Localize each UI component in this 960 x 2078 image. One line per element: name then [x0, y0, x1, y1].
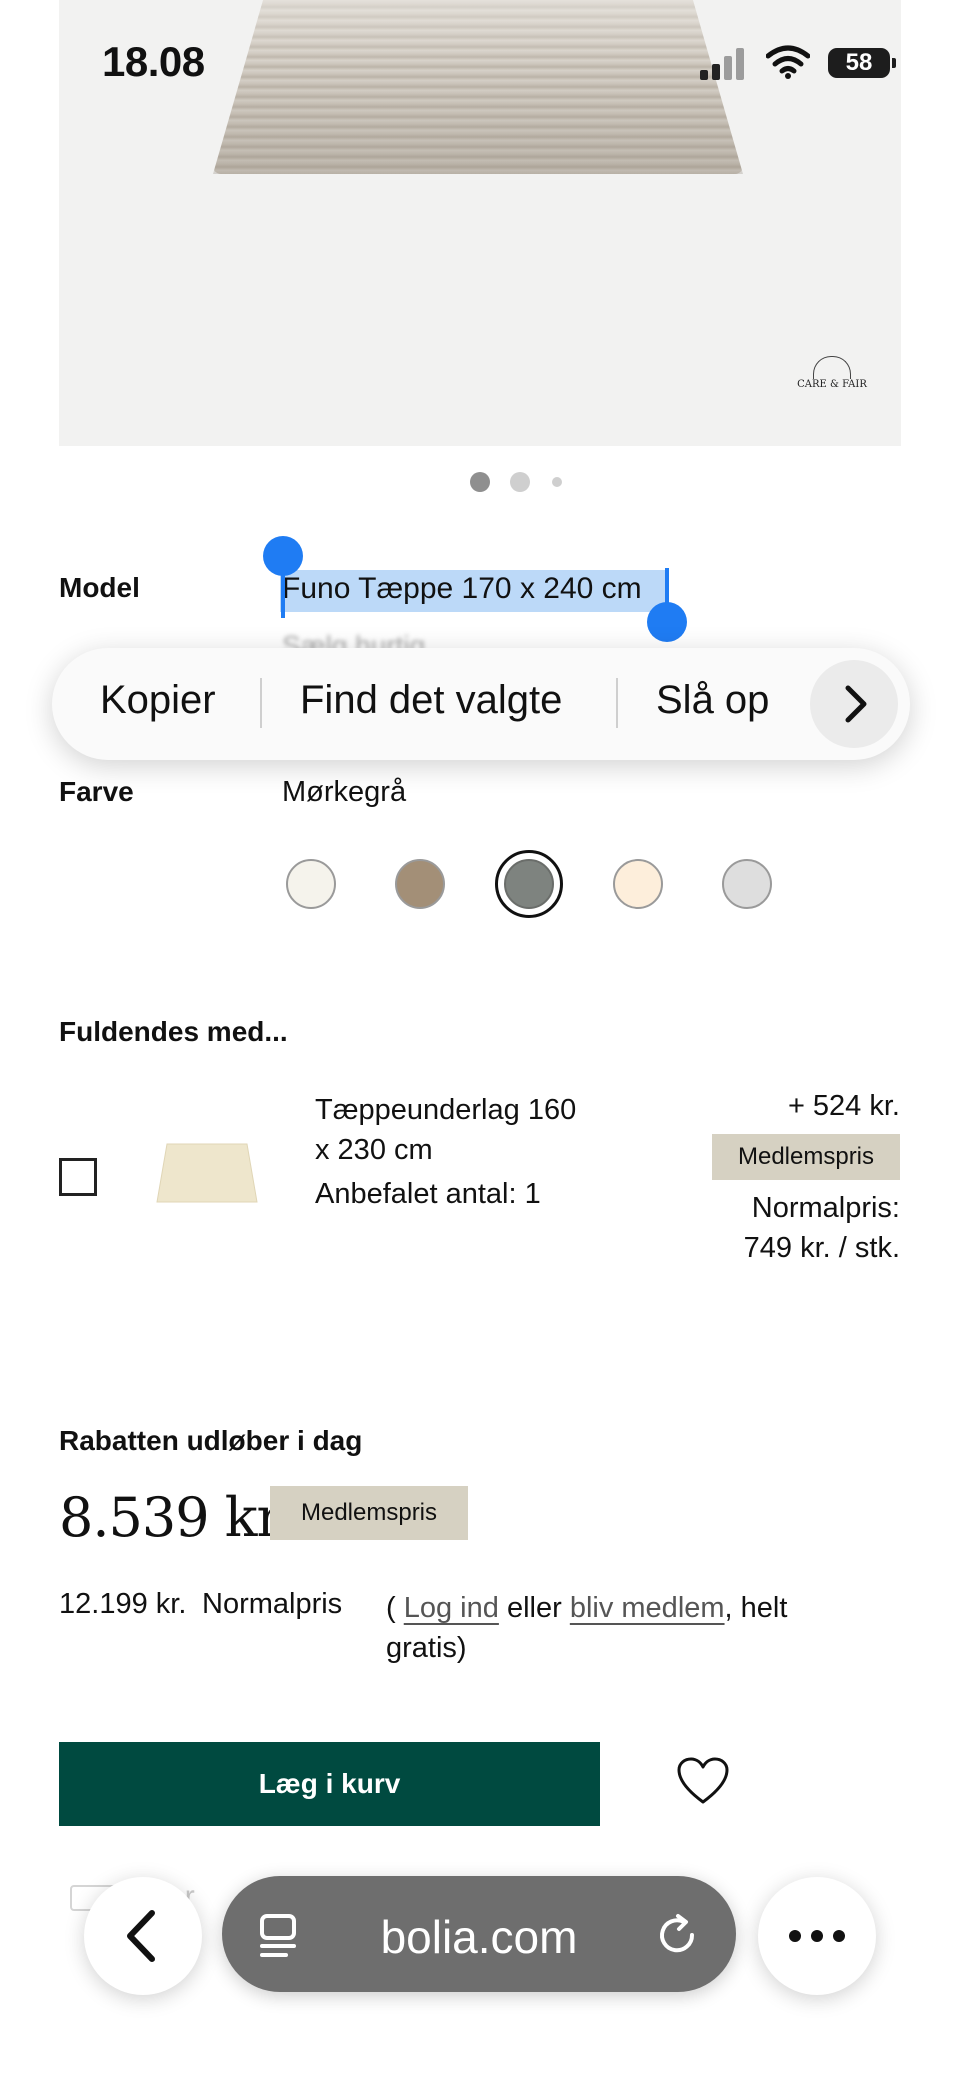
battery-indicator: 58: [828, 48, 890, 78]
battery-cap: [892, 58, 896, 68]
addon-recommended: Anbefalet antal: 1: [315, 1178, 541, 1210]
menu-divider: [260, 678, 262, 728]
wifi-icon: [766, 45, 810, 79]
more-button[interactable]: [758, 1877, 876, 1995]
add-to-cart-button[interactable]: Læg i kurv: [59, 1742, 600, 1826]
gallery-pagination[interactable]: [468, 472, 568, 492]
gallery-dot-2[interactable]: [510, 472, 530, 492]
login-link[interactable]: Log ind: [404, 1592, 499, 1624]
normal-price-label: Normalpris: [202, 1588, 343, 1620]
addon-title[interactable]: Tæppeunderlag 160 x 230 cm: [315, 1090, 576, 1170]
normal-price: 12.199 kr.: [59, 1588, 187, 1620]
addon-normal-label: Normalpris:: [751, 1192, 900, 1224]
selection-end-handle[interactable]: [646, 566, 688, 644]
swatch-list: [280, 846, 780, 922]
paren-open: (: [386, 1592, 396, 1624]
address-bar[interactable]: bolia.com: [222, 1876, 736, 1992]
more-icon: [789, 1930, 845, 1942]
selection-start-handle[interactable]: [262, 534, 304, 620]
menu-next-button[interactable]: [810, 660, 898, 748]
find-selected-menu-item[interactable]: Find det valgte: [300, 678, 562, 723]
brand-logo-text: CARE & FAIR: [797, 379, 867, 390]
text-context-menu: Kopier Find det valgte Slå op: [52, 648, 910, 760]
swatch-light-grey[interactable]: [722, 859, 772, 909]
discount-heading: Rabatten udløber i dag: [59, 1425, 363, 1456]
chevron-right-icon: [845, 685, 867, 723]
addon-checkbox[interactable]: [59, 1158, 97, 1196]
color-value: Mørkegrå: [282, 776, 407, 808]
addon-title-line2: x 230 cm: [315, 1134, 433, 1166]
signal-icon: [700, 46, 750, 80]
member-login-note: ( Log ind eller bliv medlem, helt gratis…: [386, 1588, 906, 1668]
gallery-dot-1[interactable]: [470, 472, 490, 492]
swatch-beige[interactable]: [613, 859, 663, 909]
menu-divider: [616, 678, 618, 728]
heart-icon[interactable]: [676, 1756, 730, 1806]
look-up-menu-item[interactable]: Slå op: [656, 678, 769, 723]
back-button[interactable]: [84, 1877, 202, 1995]
copy-menu-item[interactable]: Kopier: [100, 678, 216, 723]
swatch-brown[interactable]: [395, 859, 445, 909]
addon-normal-price: Normalpris: 749 kr. / stk.: [600, 1188, 900, 1268]
addon-normal-value: 749 kr. / stk.: [743, 1232, 900, 1264]
note-suffix-2: gratis): [386, 1632, 467, 1664]
or-text: eller: [506, 1592, 562, 1624]
swatch-dark-grey[interactable]: [495, 850, 563, 918]
become-member-link[interactable]: bliv medlem: [570, 1592, 725, 1624]
gallery-dot-3[interactable]: [552, 477, 562, 487]
brand-logo: CARE & FAIR: [797, 356, 867, 406]
reload-icon[interactable]: [654, 1912, 700, 1958]
addon-member-badge: Medlemspris: [712, 1134, 900, 1180]
addon-price: + 524 kr.: [787, 1090, 900, 1122]
chevron-left-icon: [127, 1910, 155, 1962]
swatch-cream[interactable]: [286, 859, 336, 909]
rug-image: [213, 0, 743, 174]
rug-pad-thumbnail[interactable]: [155, 1140, 259, 1206]
addon-title-line1: Tæppeunderlag 160: [315, 1094, 577, 1126]
model-label: Model: [59, 572, 140, 603]
color-label: Farve: [59, 776, 134, 807]
member-price-badge: Medlemspris: [270, 1486, 468, 1540]
note-suffix-1: , helt: [724, 1592, 788, 1624]
member-price: 8.539 kr.: [59, 1486, 293, 1549]
complete-with-heading: Fuldendes med...: [59, 1016, 288, 1047]
status-time: 18.08: [102, 38, 205, 85]
model-value[interactable]: Funo Tæppe 170 x 240 cm: [282, 572, 642, 606]
